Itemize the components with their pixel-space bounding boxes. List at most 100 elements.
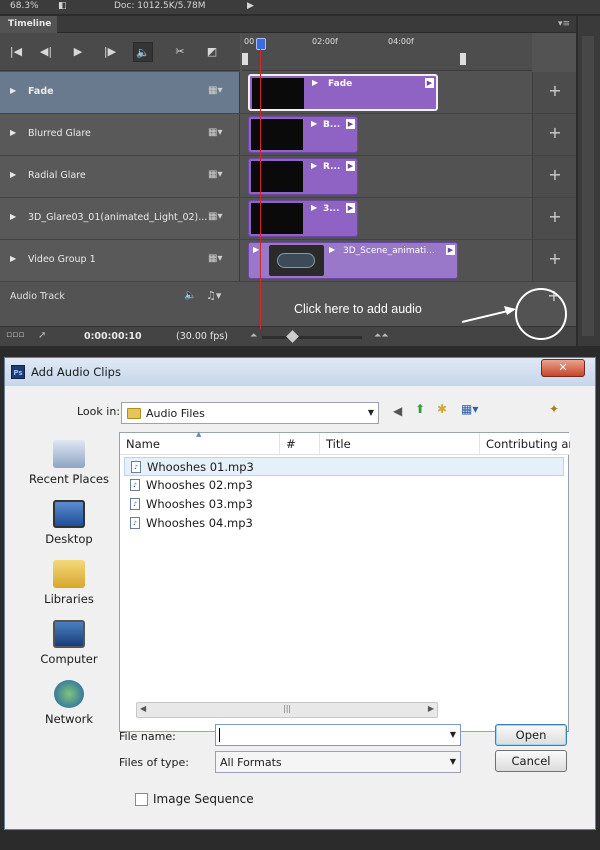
panel-menu-icon[interactable]: ▾≡ (558, 19, 570, 29)
up-folder-icon[interactable]: ⬆ (415, 402, 425, 416)
clip-end-icon[interactable]: ▶ (346, 203, 355, 213)
place-network[interactable]: Network (19, 680, 119, 726)
horizontal-scrollbar[interactable]: ◀ ||| ▶ (136, 702, 438, 718)
zoom-slider[interactable] (262, 330, 362, 343)
zoom-level: 68.3% (10, 1, 39, 11)
clip-end-icon[interactable]: ▶ (346, 161, 355, 171)
clip-blurred-glare[interactable]: ▶ B... ▶ (248, 116, 358, 153)
panel-scrollbar[interactable] (578, 16, 600, 346)
scroll-grip-icon[interactable]: ||| (283, 704, 291, 713)
expand-triangle-icon[interactable]: ▶ (10, 86, 16, 95)
place-label: Computer (40, 652, 98, 666)
render-icon[interactable]: ➚ (38, 330, 46, 341)
column-track-number[interactable]: # (280, 433, 320, 455)
scroll-right-icon[interactable]: ▶ (428, 704, 434, 713)
back-icon[interactable]: ◀ (393, 404, 402, 418)
track-row: ▶ Blurred Glare ▦▾ ▶ B... ▶ + (0, 114, 576, 156)
file-name-input[interactable]: ▼ (215, 724, 461, 746)
list-item[interactable]: ♪ Whooshes 02.mp3 (124, 476, 564, 495)
clip-end-icon[interactable]: ▶ (425, 78, 434, 88)
list-item[interactable]: ♪ Whooshes 03.mp3 (124, 495, 564, 514)
track-header-3d-glare[interactable]: ▶ 3D_Glare03_01(animated_Light_02)... ▦▾ (0, 198, 240, 239)
clip-fade[interactable]: ▶ Fade ▶ (248, 74, 438, 111)
plus-icon[interactable]: + (533, 249, 577, 268)
next-frame-icon[interactable]: |▶ (100, 42, 120, 62)
audio-track-header[interactable]: Audio Track 🔈 ♫▾ (0, 282, 240, 312)
files-of-type-select[interactable]: All Formats ▼ (215, 751, 461, 773)
track-header-video-group[interactable]: ▶ Video Group 1 ▦▾ (0, 240, 240, 281)
clip-expand-icon[interactable]: ▶ (329, 245, 335, 254)
view-menu-icon[interactable]: ▦▾ (461, 402, 478, 416)
star-folder-icon[interactable]: ✦ (549, 402, 559, 416)
place-computer[interactable]: Computer (19, 620, 119, 666)
time-ruler[interactable]: 00 02:00f 04:00f (242, 33, 532, 71)
clip-expand-icon[interactable]: ▶ (312, 78, 318, 87)
image-sequence-checkbox[interactable] (135, 793, 148, 806)
clip-expand-icon[interactable]: ▶ (311, 119, 317, 128)
play-icon[interactable]: ▶ (68, 42, 88, 62)
look-in-select[interactable]: Audio Files ▼ (121, 402, 379, 424)
split-scissors-icon[interactable]: ✂ (170, 42, 190, 62)
scrollbar-track[interactable] (582, 36, 594, 336)
track-header-radial-glare[interactable]: ▶ Radial Glare ▦▾ (0, 156, 240, 197)
go-to-first-frame-icon[interactable]: |◀ (6, 42, 26, 62)
zoom-slider-thumb[interactable] (286, 330, 299, 343)
file-list[interactable]: Name # Title Contributing art ▲ ♪ Whoosh… (119, 430, 570, 732)
cancel-button[interactable]: Cancel (495, 750, 567, 772)
work-area-end-handle[interactable] (460, 53, 466, 65)
playhead-handle[interactable] (256, 38, 266, 50)
mute-audio-icon[interactable]: 🔈 (133, 42, 153, 62)
new-folder-icon[interactable]: ✱ (437, 402, 447, 416)
list-item[interactable]: ♪ Whooshes 04.mp3 (124, 514, 564, 533)
clip-expand-icon[interactable]: ▶ (311, 203, 317, 212)
film-strip-icon[interactable]: ▦▾ (208, 211, 222, 222)
close-icon[interactable]: ✕ (541, 359, 585, 377)
expand-triangle-icon[interactable]: ▶ (10, 212, 16, 221)
clip-radial-glare[interactable]: ▶ R... ▶ (248, 158, 358, 195)
chevron-down-icon[interactable]: ▼ (368, 408, 374, 417)
plus-icon[interactable]: + (533, 81, 577, 100)
music-note-icon[interactable]: ♫▾ (206, 289, 221, 302)
clip-end-icon[interactable]: ▶ (346, 119, 355, 129)
expand-triangle-icon[interactable]: ▶ (10, 170, 16, 179)
plus-icon[interactable]: + (533, 165, 577, 184)
column-contributing-artist[interactable]: Contributing art (480, 433, 570, 455)
film-strip-icon[interactable]: ▦▾ (208, 85, 222, 96)
plus-icon[interactable]: + (533, 207, 577, 226)
clip-end-icon[interactable]: ▶ (446, 245, 455, 255)
clip-expand-icon[interactable]: ▶ (253, 245, 259, 254)
transition-icon[interactable]: ◩ (202, 42, 222, 62)
tab-timeline[interactable]: Timeline (0, 16, 57, 33)
clip-expand-icon[interactable]: ▶ (311, 161, 317, 170)
track-header-blurred-glare[interactable]: ▶ Blurred Glare ▦▾ (0, 114, 240, 155)
timeline-footer: ▫▫▫ ➚ 0:00:00:10 (30.00 fps) ⏶ ⏶⏶ (0, 326, 576, 346)
place-desktop[interactable]: Desktop (19, 500, 119, 546)
plus-icon[interactable]: + (533, 123, 577, 142)
film-strip-icon[interactable]: ▦▾ (208, 169, 222, 180)
open-button[interactable]: Open (495, 724, 567, 746)
film-strip-icon[interactable]: ▦▾ (208, 127, 222, 138)
zoom-in-icon[interactable]: ⏶⏶ (374, 331, 388, 341)
column-title[interactable]: Title (320, 433, 480, 455)
expand-triangle-icon[interactable]: ▶ (10, 254, 16, 263)
chevron-down-icon[interactable]: ▼ (450, 730, 456, 739)
frame-view-icon[interactable]: ▫▫▫ (6, 330, 24, 340)
place-recent-places[interactable]: Recent Places (19, 440, 119, 486)
dialog-titlebar[interactable]: Ps Add Audio Clips ✕ (5, 358, 595, 386)
expand-triangle-icon[interactable]: ▶ (10, 128, 16, 137)
track-header-fade[interactable]: ▶ Fade ▦▾ (0, 72, 240, 113)
place-libraries[interactable]: Libraries (19, 560, 119, 606)
work-area-start-handle[interactable] (242, 53, 248, 65)
speaker-icon[interactable]: 🔈 (184, 290, 196, 301)
clip-3d-glare[interactable]: ▶ 3... ▶ (248, 200, 358, 237)
chevron-down-icon[interactable]: ▼ (450, 757, 456, 766)
status-arrow-icon[interactable]: ▶ (247, 1, 254, 11)
clip-video-group[interactable]: ▶ ▶ 3D_Scene_animati... ▶ (248, 242, 458, 279)
playhead-line (260, 49, 261, 329)
folder-icon (127, 408, 141, 419)
list-item[interactable]: ♪ Whooshes 01.mp3 (124, 457, 564, 476)
previous-frame-icon[interactable]: ◀| (36, 42, 56, 62)
zoom-out-icon[interactable]: ⏶ (250, 331, 257, 341)
scroll-left-icon[interactable]: ◀ (140, 704, 146, 713)
film-strip-icon[interactable]: ▦▾ (208, 253, 222, 264)
